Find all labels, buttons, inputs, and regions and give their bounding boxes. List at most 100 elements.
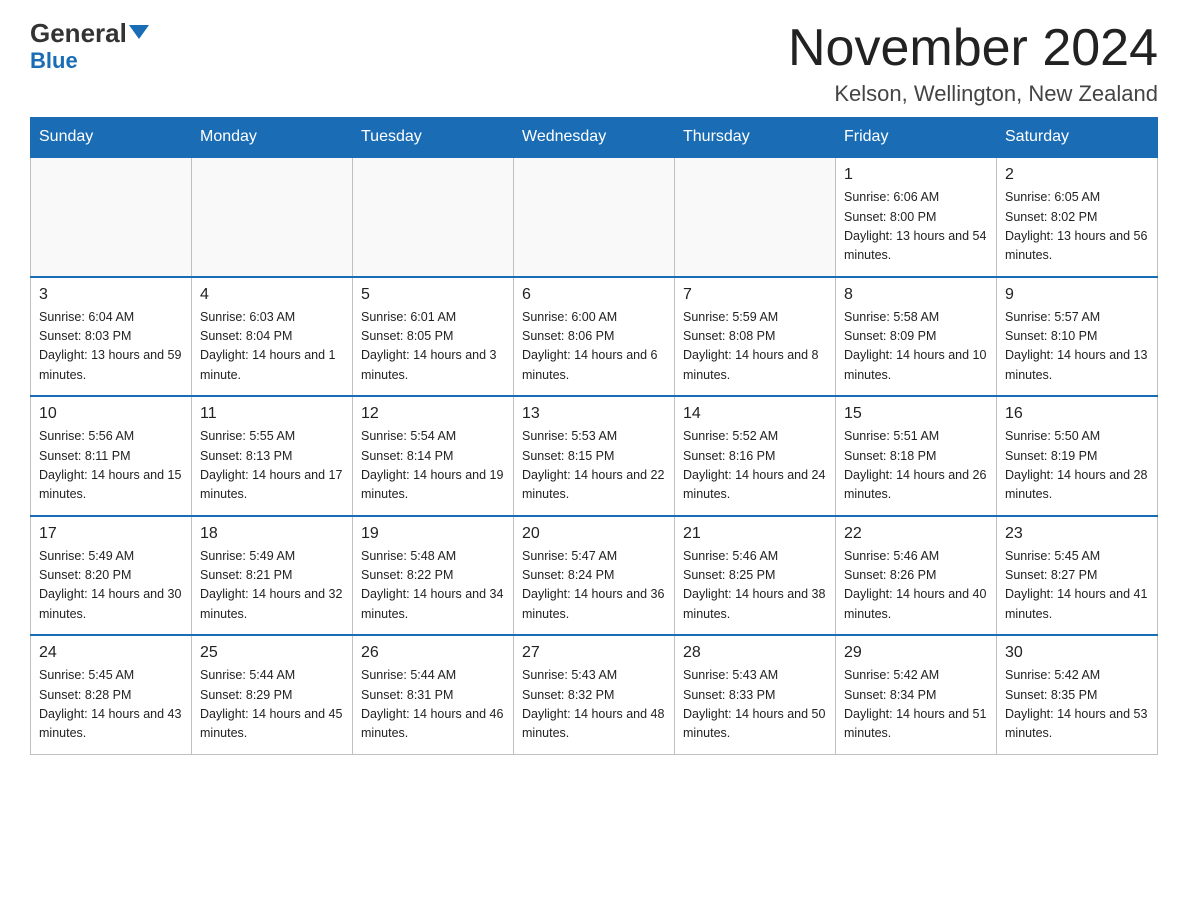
calendar-cell: 1Sunrise: 6:06 AMSunset: 8:00 PMDaylight… <box>836 157 997 277</box>
title-block: November 2024 Kelson, Wellington, New Ze… <box>788 20 1158 107</box>
day-number: 9 <box>1005 286 1149 304</box>
day-number: 25 <box>200 644 344 662</box>
weekday-header: Thursday <box>675 118 836 158</box>
day-number: 19 <box>361 525 505 543</box>
day-detail: Sunrise: 5:54 AMSunset: 8:14 PMDaylight:… <box>361 427 505 505</box>
day-number: 24 <box>39 644 183 662</box>
day-detail: Sunrise: 5:46 AMSunset: 8:25 PMDaylight:… <box>683 547 827 625</box>
calendar-week-row: 3 Sunrise: 6:04 AMSunset: 8:03 PMDaylight… <box>31 277 1158 397</box>
weekday-header: Wednesday <box>514 118 675 158</box>
day-number: 4 <box>200 286 344 304</box>
calendar-cell: 30Sunrise: 5:42 AMSunset: 8:35 PMDayligh… <box>997 635 1158 754</box>
calendar-cell: 15 Sunrise: 5:51 AMSunset: 8:18 PMDayligh… <box>836 396 997 516</box>
calendar-cell: 26 Sunrise: 5:44 AMSunset: 8:31 PMDayligh… <box>353 635 514 754</box>
day-number: 21 <box>683 525 827 543</box>
calendar-table: SundayMondayTuesdayWednesdayThursdayFrid… <box>30 117 1158 755</box>
day-detail: Sunrise: 5:43 AMSunset: 8:32 PMDaylight:… <box>522 666 666 744</box>
calendar-cell: 11Sunrise: 5:55 AMSunset: 8:13 PMDayligh… <box>192 396 353 516</box>
calendar-cell: 16 Sunrise: 5:50 AMSunset: 8:19 PMDayligh… <box>997 396 1158 516</box>
day-number: 5 <box>361 286 505 304</box>
weekday-header: Monday <box>192 118 353 158</box>
day-detail: Sunrise: 6:05 AMSunset: 8:02 PMDaylight:… <box>1005 188 1149 266</box>
day-number: 8 <box>844 286 988 304</box>
calendar-cell: 7 Sunrise: 5:59 AMSunset: 8:08 PMDaylight… <box>675 277 836 397</box>
logo-blue: Blue <box>30 48 78 74</box>
calendar-week-row: 1Sunrise: 6:06 AMSunset: 8:00 PMDaylight… <box>31 157 1158 277</box>
day-detail: Sunrise: 6:04 AMSunset: 8:03 PMDaylight:… <box>39 308 183 386</box>
calendar-cell: 12Sunrise: 5:54 AMSunset: 8:14 PMDayligh… <box>353 396 514 516</box>
logo-general: General <box>30 20 149 46</box>
location-title: Kelson, Wellington, New Zealand <box>788 81 1158 107</box>
page-header: General Blue November 2024 Kelson, Welli… <box>30 20 1158 107</box>
calendar-week-row: 17 Sunrise: 5:49 AMSunset: 8:20 PMDayligh… <box>31 516 1158 636</box>
day-detail: Sunrise: 5:52 AMSunset: 8:16 PMDaylight:… <box>683 427 827 505</box>
calendar-cell: 23Sunrise: 5:45 AMSunset: 8:27 PMDayligh… <box>997 516 1158 636</box>
calendar-cell: 13 Sunrise: 5:53 AMSunset: 8:15 PMDayligh… <box>514 396 675 516</box>
calendar-cell: 2 Sunrise: 6:05 AMSunset: 8:02 PMDaylight… <box>997 157 1158 277</box>
calendar-cell <box>353 157 514 277</box>
day-detail: Sunrise: 5:57 AMSunset: 8:10 PMDaylight:… <box>1005 308 1149 386</box>
day-number: 6 <box>522 286 666 304</box>
day-detail: Sunrise: 5:42 AMSunset: 8:34 PMDaylight:… <box>844 666 988 744</box>
day-number: 15 <box>844 405 988 423</box>
logo: General Blue <box>30 20 149 74</box>
day-detail: Sunrise: 5:49 AMSunset: 8:21 PMDaylight:… <box>200 547 344 625</box>
calendar-cell: 5 Sunrise: 6:01 AMSunset: 8:05 PMDaylight… <box>353 277 514 397</box>
weekday-header: Saturday <box>997 118 1158 158</box>
day-detail: Sunrise: 5:51 AMSunset: 8:18 PMDaylight:… <box>844 427 988 505</box>
calendar-cell: 4Sunrise: 6:03 AMSunset: 8:04 PMDaylight… <box>192 277 353 397</box>
day-detail: Sunrise: 5:59 AMSunset: 8:08 PMDaylight:… <box>683 308 827 386</box>
calendar-cell: 14 Sunrise: 5:52 AMSunset: 8:16 PMDayligh… <box>675 396 836 516</box>
calendar-cell <box>192 157 353 277</box>
calendar-cell: 21 Sunrise: 5:46 AMSunset: 8:25 PMDayligh… <box>675 516 836 636</box>
day-detail: Sunrise: 5:53 AMSunset: 8:15 PMDaylight:… <box>522 427 666 505</box>
calendar-cell <box>514 157 675 277</box>
calendar-cell: 28Sunrise: 5:43 AMSunset: 8:33 PMDayligh… <box>675 635 836 754</box>
day-number: 27 <box>522 644 666 662</box>
calendar-cell: 25Sunrise: 5:44 AMSunset: 8:29 PMDayligh… <box>192 635 353 754</box>
day-number: 14 <box>683 405 827 423</box>
day-number: 3 <box>39 286 183 304</box>
day-detail: Sunrise: 6:01 AMSunset: 8:05 PMDaylight:… <box>361 308 505 386</box>
calendar-cell: 9 Sunrise: 5:57 AMSunset: 8:10 PMDaylight… <box>997 277 1158 397</box>
day-number: 2 <box>1005 166 1149 184</box>
day-detail: Sunrise: 6:00 AMSunset: 8:06 PMDaylight:… <box>522 308 666 386</box>
calendar-cell <box>675 157 836 277</box>
day-detail: Sunrise: 5:55 AMSunset: 8:13 PMDaylight:… <box>200 427 344 505</box>
day-detail: Sunrise: 5:58 AMSunset: 8:09 PMDaylight:… <box>844 308 988 386</box>
month-title: November 2024 <box>788 20 1158 77</box>
day-detail: Sunrise: 6:06 AMSunset: 8:00 PMDaylight:… <box>844 188 988 266</box>
day-number: 10 <box>39 405 183 423</box>
day-number: 13 <box>522 405 666 423</box>
weekday-header: Tuesday <box>353 118 514 158</box>
day-number: 17 <box>39 525 183 543</box>
day-number: 30 <box>1005 644 1149 662</box>
calendar-cell: 6 Sunrise: 6:00 AMSunset: 8:06 PMDaylight… <box>514 277 675 397</box>
logo-triangle-icon <box>129 25 149 39</box>
calendar-cell: 29 Sunrise: 5:42 AMSunset: 8:34 PMDayligh… <box>836 635 997 754</box>
day-number: 20 <box>522 525 666 543</box>
day-number: 29 <box>844 644 988 662</box>
weekday-header: Friday <box>836 118 997 158</box>
calendar-cell: 24Sunrise: 5:45 AMSunset: 8:28 PMDayligh… <box>31 635 192 754</box>
calendar-cell: 20 Sunrise: 5:47 AMSunset: 8:24 PMDayligh… <box>514 516 675 636</box>
calendar-cell: 19Sunrise: 5:48 AMSunset: 8:22 PMDayligh… <box>353 516 514 636</box>
weekday-header: Sunday <box>31 118 192 158</box>
day-detail: Sunrise: 5:56 AMSunset: 8:11 PMDaylight:… <box>39 427 183 505</box>
calendar-cell: 10 Sunrise: 5:56 AMSunset: 8:11 PMDayligh… <box>31 396 192 516</box>
day-number: 16 <box>1005 405 1149 423</box>
calendar-cell: 8 Sunrise: 5:58 AMSunset: 8:09 PMDaylight… <box>836 277 997 397</box>
day-detail: Sunrise: 5:49 AMSunset: 8:20 PMDaylight:… <box>39 547 183 625</box>
day-number: 26 <box>361 644 505 662</box>
weekday-header-row: SundayMondayTuesdayWednesdayThursdayFrid… <box>31 118 1158 158</box>
calendar-cell: 17 Sunrise: 5:49 AMSunset: 8:20 PMDayligh… <box>31 516 192 636</box>
day-detail: Sunrise: 5:50 AMSunset: 8:19 PMDaylight:… <box>1005 427 1149 505</box>
day-detail: Sunrise: 5:47 AMSunset: 8:24 PMDaylight:… <box>522 547 666 625</box>
calendar-cell: 27 Sunrise: 5:43 AMSunset: 8:32 PMDayligh… <box>514 635 675 754</box>
day-detail: Sunrise: 5:44 AMSunset: 8:31 PMDaylight:… <box>361 666 505 744</box>
day-detail: Sunrise: 5:43 AMSunset: 8:33 PMDaylight:… <box>683 666 827 744</box>
calendar-cell: 22Sunrise: 5:46 AMSunset: 8:26 PMDayligh… <box>836 516 997 636</box>
day-detail: Sunrise: 5:45 AMSunset: 8:27 PMDaylight:… <box>1005 547 1149 625</box>
calendar-cell <box>31 157 192 277</box>
day-number: 7 <box>683 286 827 304</box>
